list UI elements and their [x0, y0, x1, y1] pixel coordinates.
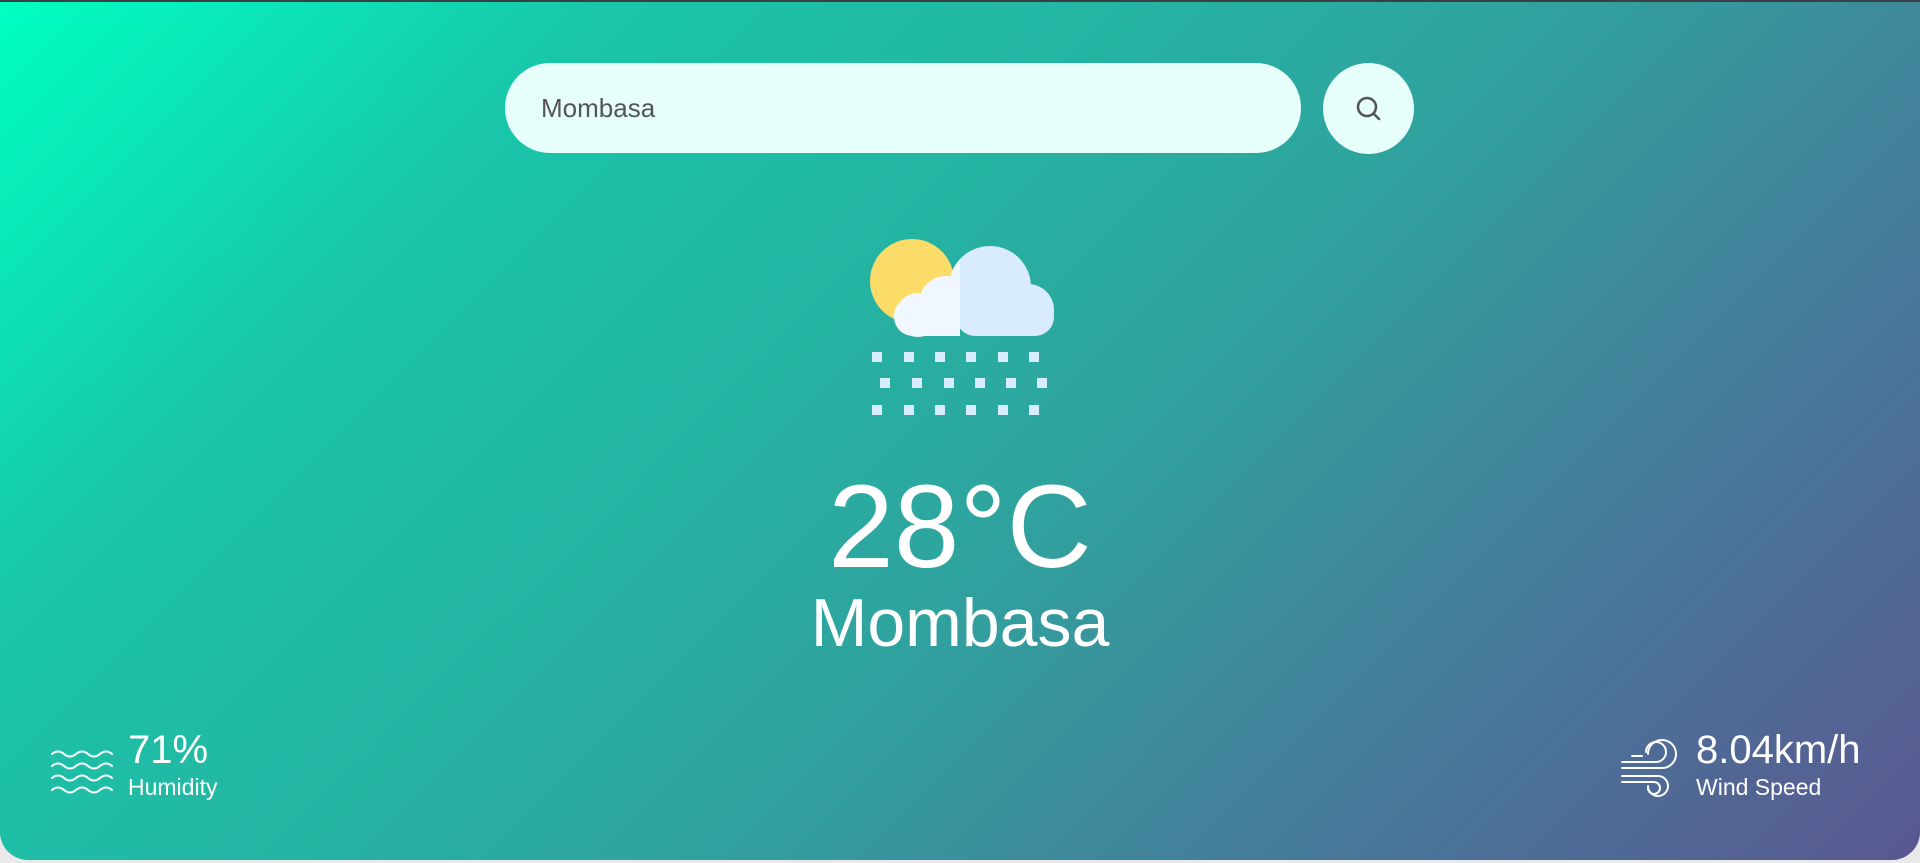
wind-stat: 8.04km/h Wind Speed	[1618, 728, 1861, 802]
humidity-waves-icon	[51, 750, 113, 794]
humidity-label: Humidity	[128, 774, 218, 800]
city-search-input[interactable]	[505, 63, 1301, 153]
snow-cloud-sun-icon	[870, 239, 1054, 415]
temperature-value: 28°C	[828, 461, 1092, 593]
weather-card: 28°C Mombasa 71% Humidity	[0, 2, 1920, 860]
humidity-value: 71%	[128, 728, 209, 772]
search-button[interactable]	[1323, 63, 1414, 154]
humidity-stat: 71% Humidity	[50, 728, 217, 802]
humidity-text: 71% Humidity	[128, 728, 217, 802]
wind-icon	[1621, 739, 1677, 797]
wind-text: 8.04km/h Wind Speed	[1696, 728, 1861, 802]
search-icon	[1356, 96, 1380, 120]
wind-label: Wind Speed	[1696, 774, 1822, 800]
city-name: Mombasa	[810, 585, 1110, 661]
wind-value: 8.04km/h	[1696, 728, 1861, 772]
